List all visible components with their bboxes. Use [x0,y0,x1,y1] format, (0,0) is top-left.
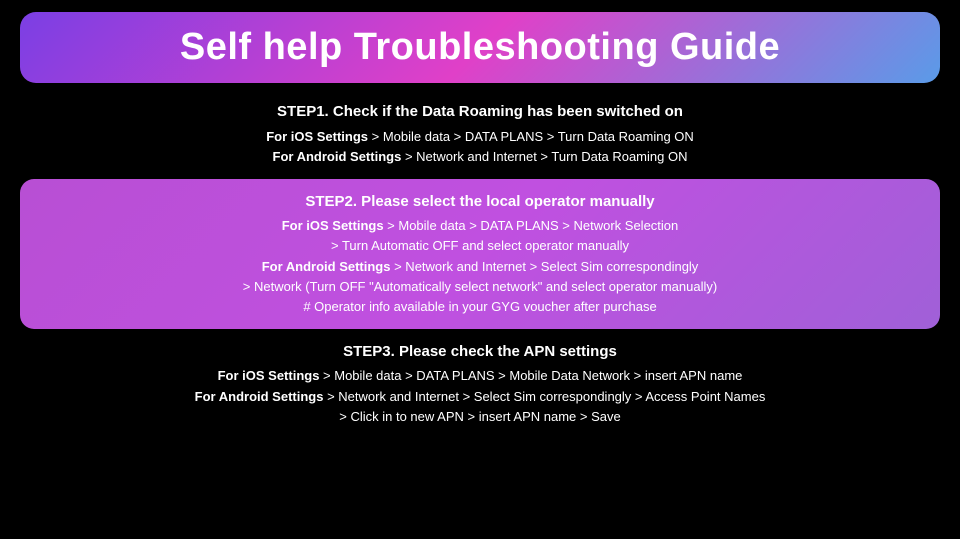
step1-line-1: For Android Settings > Network and Inter… [20,147,940,167]
step3-line-2: > Click in to new APN > insert APN name … [20,407,940,427]
step2-line-0: For iOS Settings > Mobile data > DATA PL… [44,216,916,236]
step2-line-1: > Turn Automatic OFF and select operator… [44,236,916,256]
step3-block: STEP3. Please check the APN settingsFor … [20,341,940,427]
title-banner: Self help Troubleshooting Guide [20,12,940,83]
steps-container: STEP1. Check if the Data Roaming has bee… [20,101,940,427]
step3-title: STEP3. Please check the APN settings [20,341,940,364]
step2-line-3: > Network (Turn OFF "Automatically selec… [44,277,916,297]
step3-line-0: For iOS Settings > Mobile data > DATA PL… [20,366,940,386]
step1-block: STEP1. Check if the Data Roaming has bee… [20,101,940,167]
step2-title: STEP2. Please select the local operator … [44,191,916,214]
step2-line-2: For Android Settings > Network and Inter… [44,257,916,277]
step1-title: STEP1. Check if the Data Roaming has bee… [20,101,940,124]
step3-line-1: For Android Settings > Network and Inter… [20,387,940,407]
step2-block: STEP2. Please select the local operator … [20,179,940,329]
page-title: Self help Troubleshooting Guide [180,26,780,68]
step2-line-4: # Operator info available in your GYG vo… [44,297,916,317]
step1-line-0: For iOS Settings > Mobile data > DATA PL… [20,127,940,147]
